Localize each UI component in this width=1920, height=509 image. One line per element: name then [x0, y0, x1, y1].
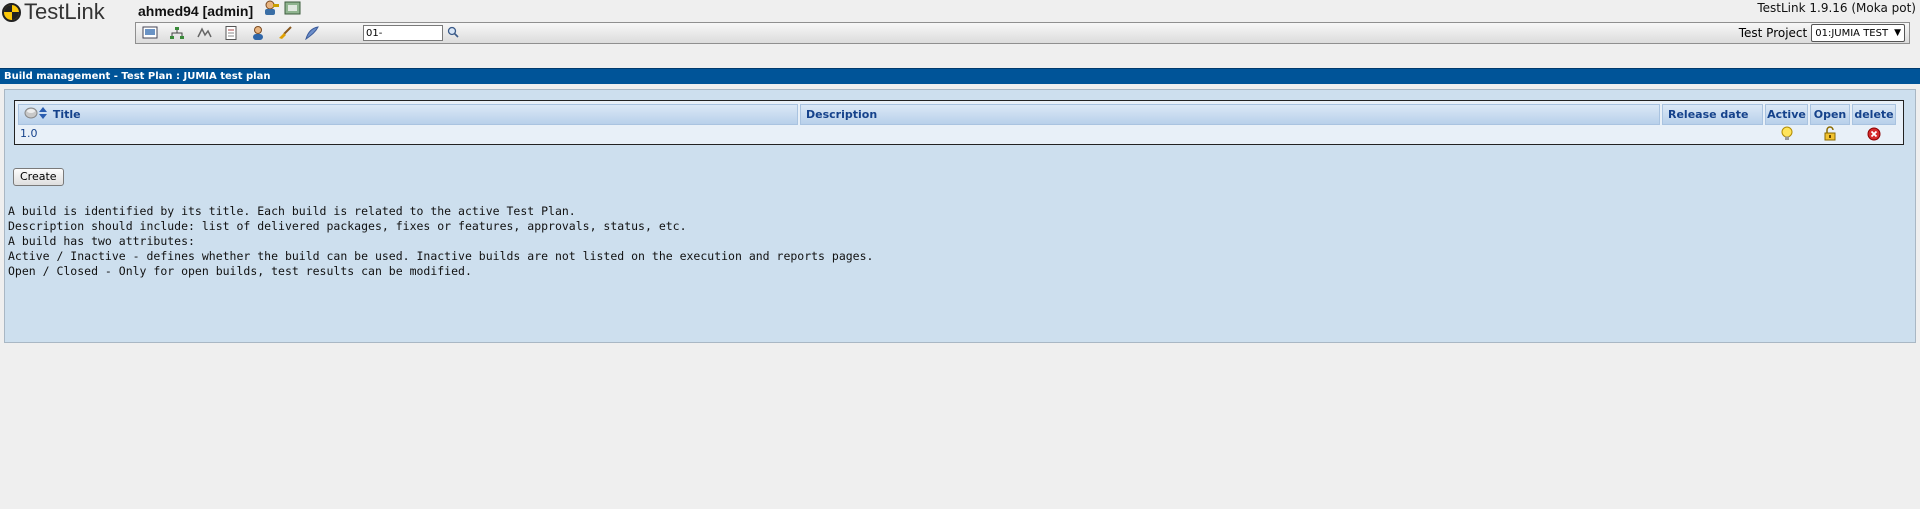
sort-arrows-icon[interactable] — [39, 106, 47, 125]
unlocked-icon[interactable] — [1823, 126, 1837, 145]
build-management-panel: Title Description Release date Active Op… — [4, 89, 1916, 343]
help-line: Active / Inactive - defines whether the … — [8, 249, 874, 263]
test-project-label: Test Project — [1738, 26, 1808, 40]
help-line: Description should include: list of deli… — [8, 219, 687, 233]
create-build-button[interactable]: Create — [13, 168, 64, 186]
help-line: Open / Closed - Only for open builds, te… — [8, 264, 472, 278]
table-row: 1.0 — [18, 126, 1900, 145]
feather-icon[interactable] — [303, 25, 320, 41]
document-icon[interactable] — [222, 25, 239, 41]
build-description-cell — [800, 127, 1660, 144]
user-icon[interactable] — [249, 25, 266, 41]
test-project-value: 01:JUMIA TEST — [1815, 27, 1889, 39]
table-header: Title Description Release date Active Op… — [18, 104, 1900, 125]
my-settings-icon[interactable] — [262, 0, 280, 19]
column-delete[interactable]: delete — [1852, 104, 1896, 125]
open-status-cell — [1810, 126, 1850, 145]
user-actions — [262, 0, 302, 19]
column-title[interactable]: Title — [18, 104, 798, 125]
lightbulb-icon[interactable] — [1780, 126, 1794, 145]
column-active[interactable]: Active — [1765, 104, 1808, 125]
logout-icon[interactable] — [284, 0, 302, 19]
desktop-icon[interactable] — [141, 25, 158, 41]
multi-sort-icon[interactable] — [24, 106, 38, 125]
test-project-select[interactable]: 01:JUMIA TEST ▼ — [1811, 24, 1905, 42]
testlink-logo[interactable]: TestLink — [2, 0, 105, 24]
column-title-label: Title — [52, 108, 81, 121]
builds-table: Title Description Release date Active Op… — [14, 100, 1904, 145]
build-title-link[interactable]: 1.0 — [18, 127, 38, 140]
logo-text: TestLink — [24, 0, 105, 24]
column-open[interactable]: Open — [1810, 104, 1850, 125]
events-icon[interactable] — [195, 25, 212, 41]
page-title: Build management - Test Plan : JUMIA tes… — [0, 68, 1920, 84]
help-text: A build is identified by its title. Each… — [8, 204, 873, 279]
app-version: TestLink 1.9.16 (Moka pot) — [1757, 1, 1916, 15]
build-title-cell: 1.0 — [18, 127, 798, 144]
help-line: A build is identified by its title. Each… — [8, 204, 576, 218]
testcase-search-input[interactable] — [363, 25, 443, 41]
delete-icon[interactable] — [1867, 127, 1881, 145]
sitemap-icon[interactable] — [168, 25, 185, 41]
testlink-logo-icon — [2, 2, 21, 22]
build-release-date-cell — [1662, 127, 1763, 144]
broom-icon[interactable] — [276, 25, 293, 41]
chevron-down-icon: ▼ — [1894, 28, 1901, 38]
help-line: A build has two attributes: — [8, 234, 195, 248]
active-status-cell — [1765, 126, 1808, 145]
delete-cell — [1852, 127, 1896, 144]
main-toolbar: Test Project 01:JUMIA TEST ▼ — [135, 22, 1910, 44]
current-user: ahmed94 [admin] — [138, 3, 254, 19]
column-description[interactable]: Description — [800, 104, 1660, 125]
search-icon[interactable] — [447, 26, 459, 41]
column-release-date[interactable]: Release date — [1662, 104, 1763, 125]
